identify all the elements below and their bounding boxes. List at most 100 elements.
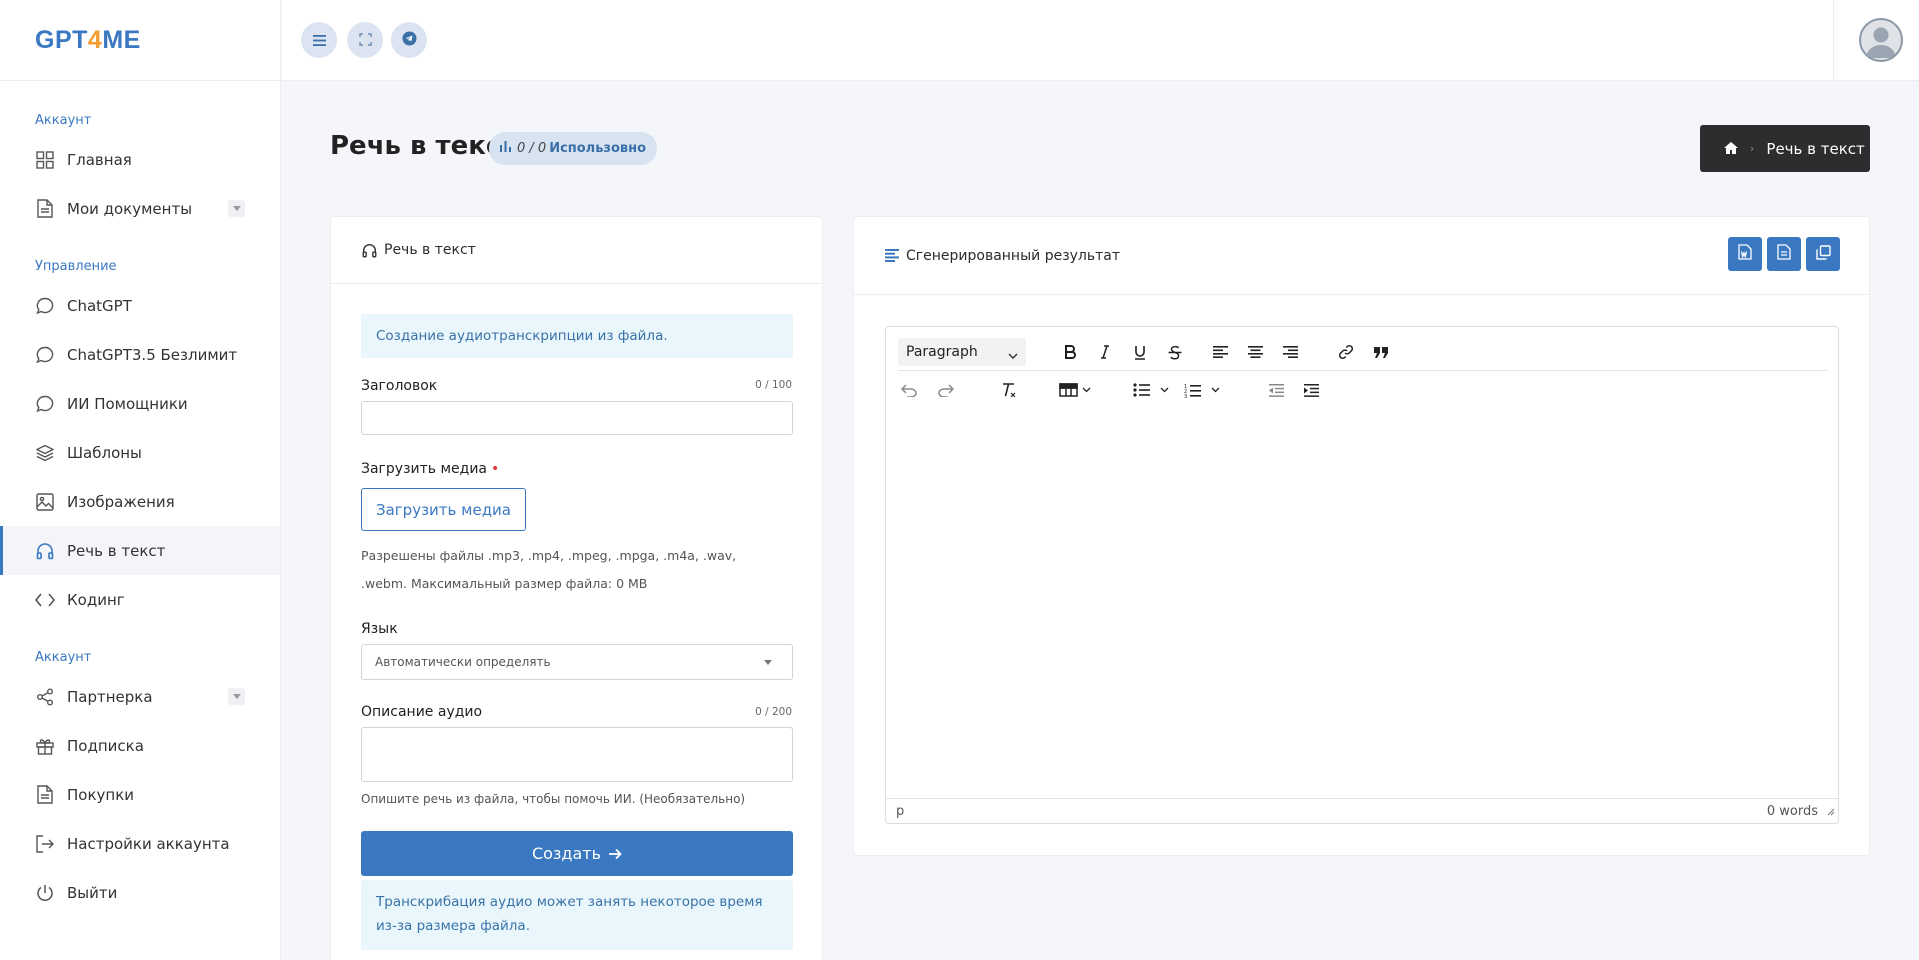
description-hint: Опишите речь из файла, чтобы помочь ИИ. … — [361, 792, 746, 806]
editor-content-area[interactable] — [886, 419, 1838, 782]
sidebar-item-label: Речь в текст — [67, 541, 166, 560]
telegram-icon — [402, 31, 417, 50]
upload-media-button[interactable]: Загрузить медиа — [361, 488, 526, 531]
usage-count: 0 / 0 — [517, 141, 547, 156]
sidebar-item-chatgpt35[interactable]: ChatGPT3.5 Безлимит — [0, 330, 280, 379]
chat-icon — [35, 296, 55, 316]
table-icon[interactable] — [1056, 379, 1096, 401]
clear-format-icon[interactable] — [998, 379, 1020, 401]
link-icon[interactable] — [1335, 341, 1357, 363]
sidebar-nav: Аккаунт Главная Мои документы Управление… — [0, 81, 280, 917]
sidebar-item-partner[interactable]: Партнерка — [0, 672, 280, 721]
blockquote-icon[interactable] — [1370, 341, 1392, 363]
description-counter: 0 / 200 — [755, 706, 792, 718]
sidebar-item-label: Кодинг — [67, 590, 125, 609]
indent-icon[interactable] — [1300, 379, 1322, 401]
brand-text-me: ME — [102, 25, 141, 54]
underline-icon[interactable] — [1129, 341, 1151, 363]
bold-icon[interactable] — [1059, 341, 1081, 363]
sidebar-item-ai-assistants[interactable]: ИИ Помощники — [0, 379, 280, 428]
description-textarea[interactable] — [361, 727, 793, 782]
sidebar-item-home[interactable]: Главная — [0, 135, 280, 184]
chat-icon — [35, 345, 55, 365]
required-marker: • — [491, 461, 500, 477]
sidebar-item-documents[interactable]: Мои документы — [0, 184, 280, 233]
element-path[interactable]: p — [896, 804, 904, 819]
sidebar-item-label: Изображения — [67, 492, 175, 511]
brand-logo[interactable]: GPT 4 ME — [0, 0, 280, 81]
avatar[interactable] — [1859, 18, 1903, 62]
chevron-down-icon[interactable] — [228, 200, 245, 217]
export-word-button[interactable] — [1728, 237, 1762, 271]
undo-icon[interactable] — [898, 379, 920, 401]
sidebar-item-label: ChatGPT — [67, 296, 132, 315]
headphones-icon — [362, 243, 377, 258]
arrow-right-icon — [609, 848, 622, 860]
bullet-list-icon[interactable] — [1133, 379, 1173, 401]
sidebar-item-label: ChatGPT3.5 Безлимит — [67, 345, 238, 364]
language-selected-value: Автоматически определять — [375, 655, 551, 669]
create-button[interactable]: Создать — [361, 831, 793, 876]
create-button-label: Создать — [531, 844, 602, 863]
allowed-files-line-1: Разрешены файлы .mp3, .mp4, .mpeg, .mpga… — [361, 548, 737, 563]
breadcrumb-current: Речь в текст — [1766, 139, 1865, 158]
sidebar-item-subscription[interactable]: Подписка — [0, 721, 280, 770]
chevron-down-icon — [1008, 347, 1018, 363]
export-text-button[interactable] — [1767, 237, 1801, 271]
document-icon — [35, 199, 55, 219]
sidebar-item-chatgpt[interactable]: ChatGPT — [0, 281, 280, 330]
speech-form-card: Речь в текст Создание аудиотранскрипции … — [330, 216, 823, 960]
title-input[interactable] — [361, 401, 793, 435]
bar-chart-icon — [500, 141, 511, 156]
home-icon[interactable] — [1724, 140, 1738, 158]
title-counter: 0 / 100 — [755, 379, 792, 391]
align-right-icon[interactable] — [1279, 341, 1301, 363]
numbered-list-icon[interactable]: 123 — [1184, 379, 1224, 401]
fullscreen-button[interactable] — [347, 22, 383, 58]
usage-badge: 0 / 0 Использовно — [489, 132, 658, 165]
align-left-icon[interactable] — [1209, 341, 1231, 363]
align-center-icon[interactable] — [1244, 341, 1266, 363]
sidebar-item-purchases[interactable]: Покупки — [0, 770, 280, 819]
resize-grip-icon[interactable] — [1827, 805, 1835, 820]
fullscreen-icon — [358, 31, 372, 50]
card-title: Речь в текст — [384, 242, 476, 258]
strikethrough-icon[interactable] — [1164, 341, 1186, 363]
sidebar-item-logout[interactable]: Выйти — [0, 868, 280, 917]
sidebar-item-account-settings[interactable]: Настройки аккаунта — [0, 819, 280, 868]
chevron-right-icon: › — [1750, 142, 1755, 155]
menu-toggle-button[interactable] — [301, 22, 337, 58]
language-label: Язык — [361, 621, 398, 637]
upload-label: Загрузить медиа • — [361, 461, 499, 477]
nav-section-title: Управление — [35, 259, 117, 274]
receipt-icon — [35, 785, 55, 805]
language-select[interactable]: Автоматически определять — [361, 644, 793, 680]
italic-icon[interactable] — [1094, 341, 1116, 363]
upload-label-text: Загрузить медиа — [361, 461, 488, 477]
sidebar-item-label: Мои документы — [67, 199, 193, 218]
sidebar-item-images[interactable]: Изображения — [0, 477, 280, 526]
sidebar-item-templates[interactable]: Шаблоны — [0, 428, 280, 477]
sidebar-item-label: Настройки аккаунта — [67, 834, 230, 853]
layers-icon — [35, 443, 55, 463]
share-icon — [35, 687, 55, 707]
gift-icon — [35, 736, 55, 756]
block-format-select[interactable]: Paragraph — [898, 338, 1026, 366]
word-count[interactable]: 0 words — [1767, 804, 1818, 819]
sidebar: GPT 4 ME Аккаунт Главная Мои документы Упр… — [0, 0, 281, 960]
editor-toolbar-row-1: Paragraph — [898, 333, 1828, 371]
redo-icon[interactable] — [935, 379, 957, 401]
card-header: Речь в текст — [331, 217, 822, 284]
chat-icon — [35, 394, 55, 414]
sidebar-item-speech-to-text[interactable]: Речь в текст — [0, 526, 280, 575]
block-format-value: Paragraph — [906, 344, 978, 360]
sidebar-item-coding[interactable]: Кодинг — [0, 575, 280, 624]
brand-text-4: 4 — [87, 25, 103, 54]
outdent-icon[interactable] — [1265, 379, 1287, 401]
processing-note: Транскрибация аудио может занять некотор… — [361, 880, 793, 950]
logout-icon — [35, 834, 55, 854]
copy-button[interactable] — [1806, 237, 1840, 271]
telegram-button[interactable] — [391, 22, 427, 58]
grid-icon — [35, 150, 55, 170]
chevron-down-icon[interactable] — [228, 688, 245, 705]
